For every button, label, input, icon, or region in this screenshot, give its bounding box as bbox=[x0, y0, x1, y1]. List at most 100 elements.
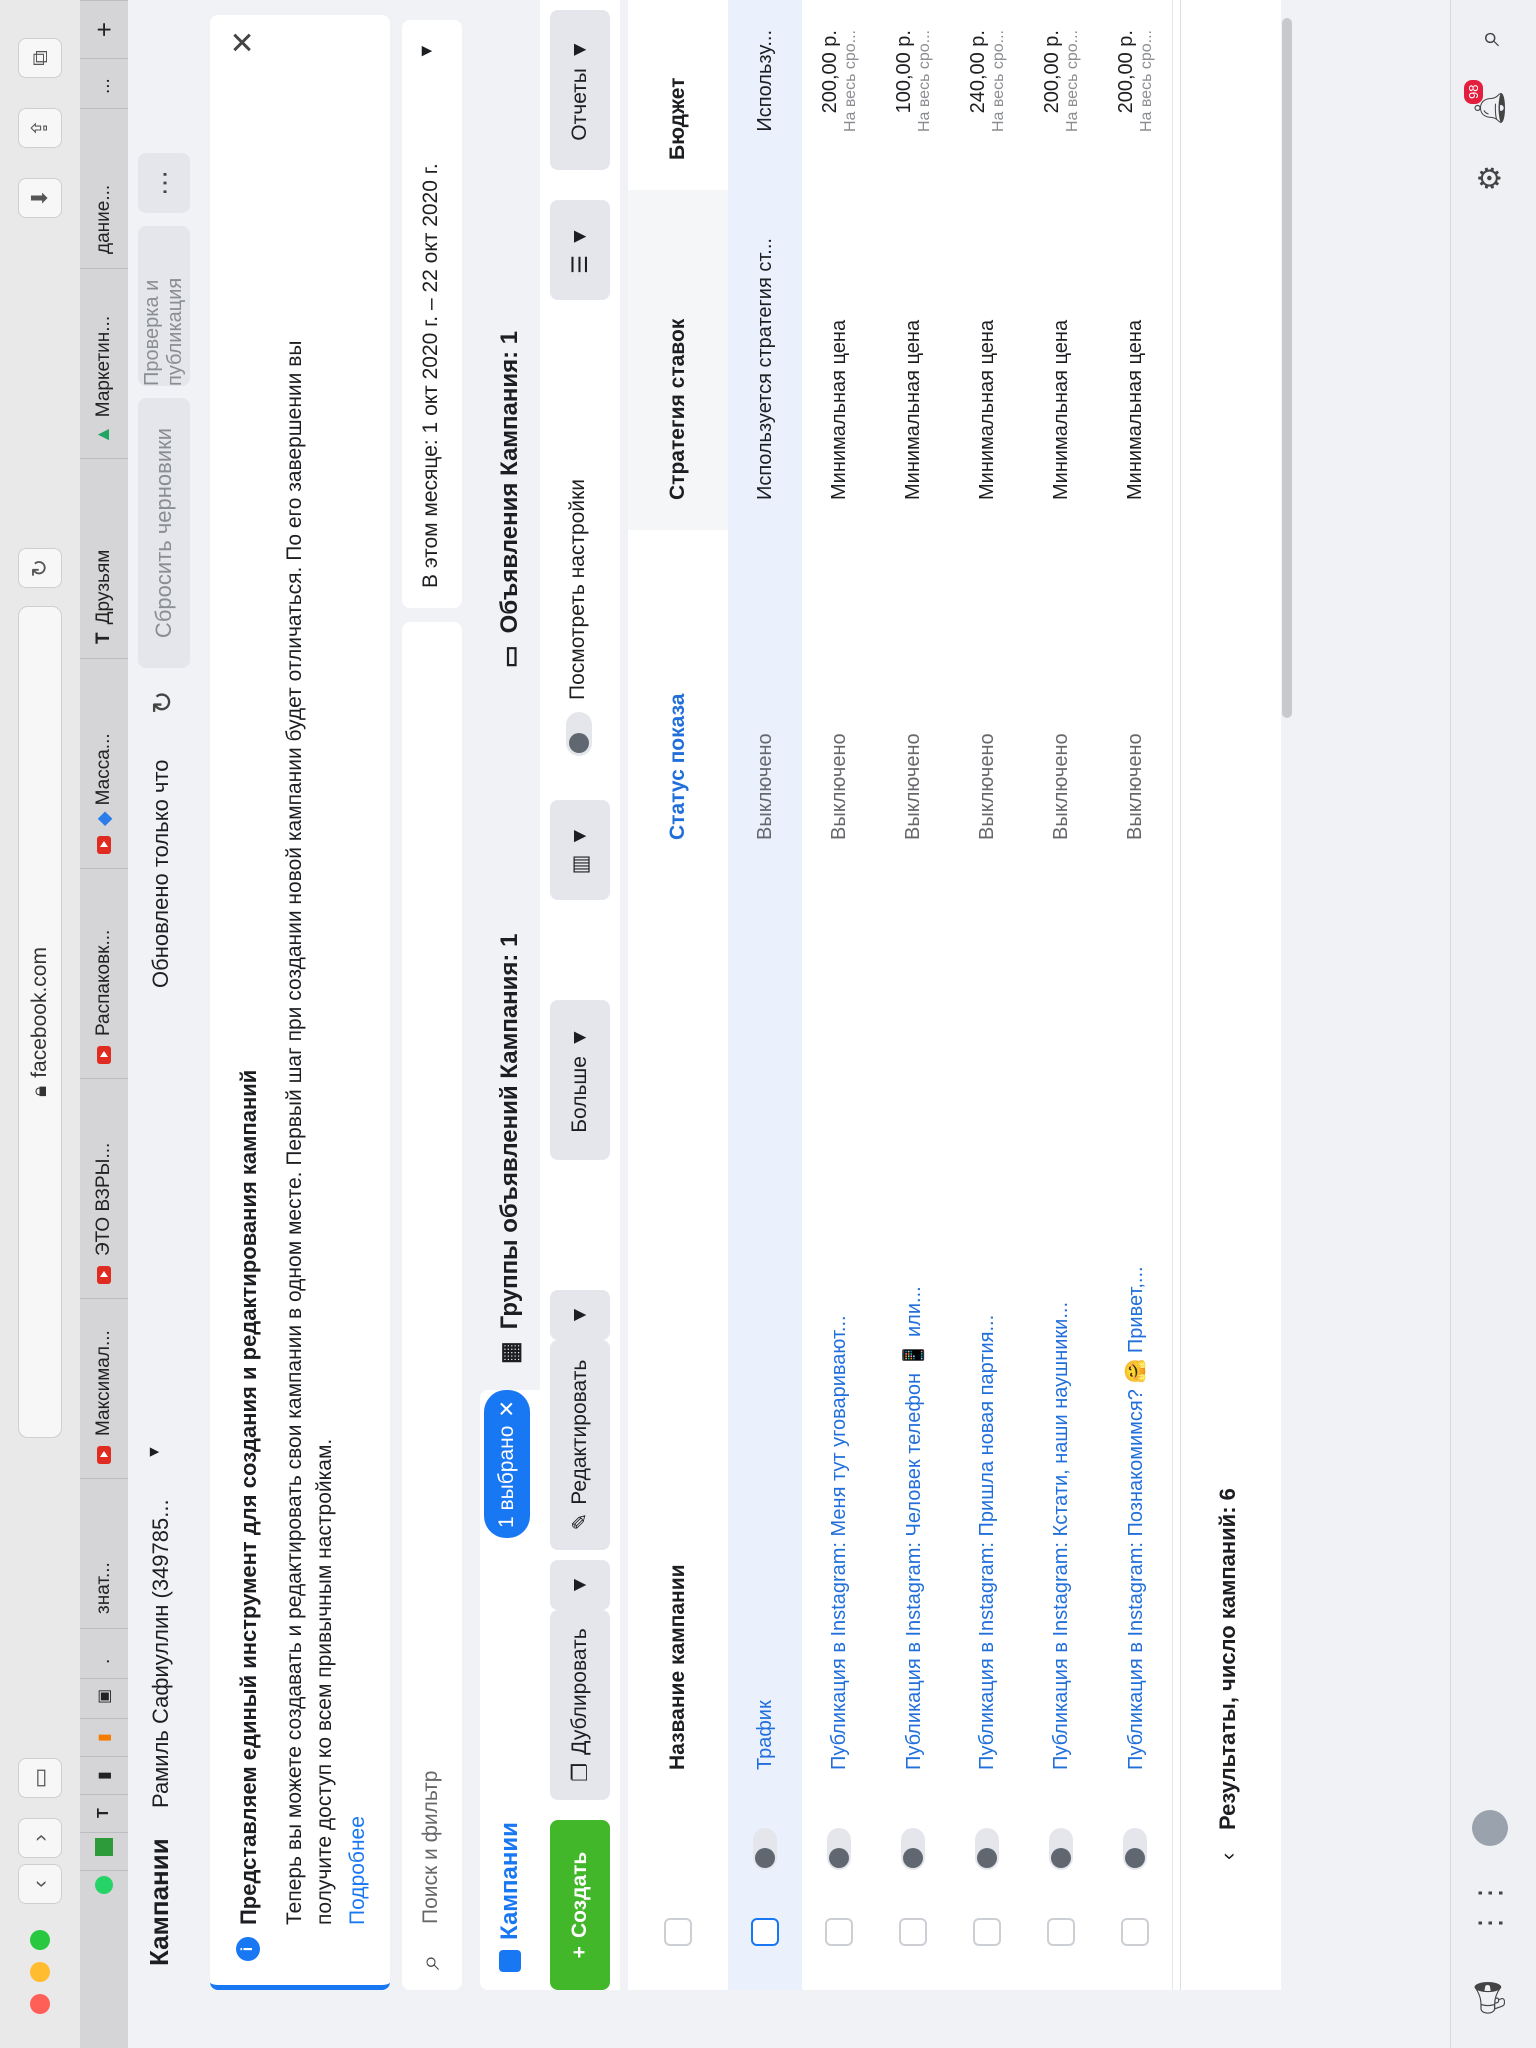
tab-favicon-t[interactable]: T bbox=[80, 1794, 128, 1832]
table-row[interactable]: Публикация в Instagram: Кстати, наши нау… bbox=[1024, 0, 1099, 1990]
forward-icon[interactable]: › bbox=[18, 1818, 62, 1858]
campaign-name[interactable]: Публикация в Instagram: Кстати, наши нау… bbox=[1024, 880, 1098, 1770]
duplicate-dropdown[interactable]: ▼ bbox=[550, 1560, 610, 1610]
tabs-overview-icon[interactable]: ⧉ bbox=[18, 38, 62, 78]
header-status[interactable]: Статус показа bbox=[628, 530, 729, 870]
tab-5[interactable]: ◆ Масса... bbox=[80, 658, 128, 868]
chevron-down-icon[interactable]: ▼ bbox=[146, 1444, 164, 1460]
back-icon[interactable]: ‹ bbox=[18, 1864, 62, 1904]
tab-ads[interactable]: ▭ Объявления Кампания: 1 bbox=[480, 192, 540, 692]
table-row[interactable]: Публикация в Instagram: Меня тут уговари… bbox=[802, 0, 877, 1990]
row-checkbox[interactable] bbox=[751, 1918, 779, 1946]
row-checkbox[interactable] bbox=[825, 1918, 853, 1946]
address-bar[interactable]: 🔒︎ facebook.com bbox=[18, 606, 62, 1438]
notifications-icon[interactable]: 🔔︎ 98 bbox=[1460, 78, 1520, 138]
breakdown-button[interactable]: ☰ ▼ bbox=[550, 200, 610, 300]
campaign-name[interactable]: Трафик bbox=[728, 880, 802, 1770]
tab-3[interactable]: ЭТО ВЗРЫ... bbox=[80, 1078, 128, 1298]
delivery-toggle[interactable] bbox=[975, 1828, 999, 1870]
tab-favicon-orange[interactable]: ▮ bbox=[80, 1718, 128, 1756]
header-budget[interactable]: Бюджет bbox=[628, 30, 729, 190]
row-toggle-cell[interactable] bbox=[728, 1810, 802, 1870]
table-row[interactable]: Публикация в Instagram: Пришла новая пар… bbox=[950, 0, 1025, 1990]
view-settings-toggle[interactable] bbox=[566, 712, 592, 756]
row-checkbox-cell[interactable] bbox=[802, 1906, 876, 1946]
tab-6[interactable]: T Друзьям bbox=[80, 458, 128, 658]
row-checkbox-cell[interactable] bbox=[728, 1906, 802, 1946]
apps-grid-icon[interactable]: ⋮⋮ bbox=[1460, 1878, 1520, 1938]
header-name[interactable]: Название кампании bbox=[628, 870, 729, 1860]
more-options-button[interactable]: ⋯ bbox=[138, 153, 190, 213]
row-checkbox[interactable] bbox=[1047, 1918, 1075, 1946]
horizontal-scrollbar[interactable] bbox=[1282, 18, 1292, 718]
close-icon[interactable]: ✕ bbox=[226, 30, 261, 55]
close-window-icon[interactable] bbox=[30, 1994, 50, 2014]
more-button[interactable]: Больше ▼ bbox=[550, 1000, 610, 1160]
tab-4[interactable]: Распаковк... bbox=[80, 868, 128, 1078]
row-checkbox[interactable] bbox=[899, 1918, 927, 1946]
table-row[interactable]: Публикация в Instagram: Человек телефон … bbox=[876, 0, 951, 1990]
create-button[interactable]: + Создать bbox=[550, 1820, 610, 1990]
row-checkbox-cell[interactable] bbox=[950, 1906, 1024, 1946]
delivery-toggle[interactable] bbox=[753, 1828, 777, 1870]
search-filter-bar[interactable]: ⌕ Поиск и фильтр bbox=[402, 622, 462, 1990]
header-select-all[interactable] bbox=[628, 1860, 729, 1990]
download-icon[interactable]: ⬇ bbox=[18, 178, 62, 218]
reset-drafts-button[interactable]: Сбросить черновики bbox=[138, 398, 190, 668]
delivery-toggle[interactable] bbox=[1049, 1828, 1073, 1870]
tab-adsets[interactable]: ▦ Группы объявлений Кампания: 1 bbox=[480, 928, 540, 1388]
refresh-icon[interactable]: ↻ bbox=[146, 691, 179, 714]
row-toggle-cell[interactable] bbox=[802, 1810, 876, 1870]
megaphone-icon[interactable]: 📢︎ bbox=[1460, 1968, 1520, 2028]
selected-chip[interactable]: 1 выбрано ✕ bbox=[484, 1390, 530, 1538]
tab-favicon-green[interactable] bbox=[80, 1832, 128, 1870]
row-toggle-cell[interactable] bbox=[876, 1810, 950, 1870]
campaign-name[interactable]: Публикация в Instagram: Пришла новая пар… bbox=[950, 880, 1024, 1770]
avatar[interactable] bbox=[1460, 1798, 1520, 1858]
header-bid-strategy[interactable]: Стратегия ставок bbox=[628, 190, 729, 530]
row-toggle-cell[interactable] bbox=[1024, 1810, 1098, 1870]
columns-button[interactable]: ▥ ▼ bbox=[550, 800, 610, 900]
reload-icon[interactable]: ↻ bbox=[18, 548, 62, 588]
tab-favicon-whatsapp[interactable] bbox=[80, 1870, 128, 1908]
tab-7[interactable]: ▲ Маркетин... bbox=[80, 268, 128, 458]
row-checkbox-cell[interactable] bbox=[1024, 1906, 1098, 1946]
chevron-up-icon[interactable]: ‹ bbox=[1215, 1853, 1241, 1860]
gear-icon[interactable]: ⚙ bbox=[1460, 148, 1520, 208]
tab-0[interactable]: знат... bbox=[80, 1478, 128, 1628]
review-publish-button[interactable]: Проверка и публикация bbox=[138, 226, 190, 386]
table-row[interactable]: Публикация в Instagram: Познакомимся? 🤗 … bbox=[1098, 0, 1173, 1990]
select-all-checkbox[interactable] bbox=[664, 1918, 692, 1946]
maximize-window-icon[interactable] bbox=[30, 1930, 50, 1950]
minimize-window-icon[interactable] bbox=[30, 1962, 50, 1982]
row-checkbox-cell[interactable] bbox=[876, 1906, 950, 1946]
delivery-toggle[interactable] bbox=[901, 1828, 925, 1870]
edit-dropdown[interactable]: ▼ bbox=[550, 1290, 610, 1340]
tab-favicon-bars[interactable]: ▮ bbox=[80, 1756, 128, 1794]
search-icon[interactable]: ⌕ bbox=[1460, 8, 1520, 68]
date-range-picker[interactable]: В этом месяце: 1 окт 2020 г. – 22 окт 20… bbox=[402, 20, 462, 608]
edit-button[interactable]: ✎ Редактировать bbox=[550, 1340, 610, 1550]
delivery-toggle[interactable] bbox=[1123, 1828, 1147, 1870]
tab-dot[interactable]: . bbox=[80, 1628, 128, 1678]
close-icon[interactable]: ✕ bbox=[495, 1400, 520, 1418]
duplicate-button[interactable]: ❐ Дублировать bbox=[550, 1610, 610, 1800]
campaign-name[interactable]: Публикация в Instagram: Человек телефон … bbox=[876, 880, 950, 1770]
reports-button[interactable]: Отчеты ▼ bbox=[550, 10, 610, 170]
tab-2[interactable]: Максимал... bbox=[80, 1298, 128, 1478]
delivery-toggle[interactable] bbox=[827, 1828, 851, 1870]
table-row[interactable]: Трафик Выключено Используется стратегия … bbox=[728, 0, 803, 1990]
row-checkbox-cell[interactable] bbox=[1098, 1906, 1172, 1946]
tab-favicon-box[interactable]: ▣ bbox=[80, 1678, 128, 1718]
row-toggle-cell[interactable] bbox=[950, 1810, 1024, 1870]
sidebar-icon[interactable]: ▭ bbox=[18, 1758, 62, 1798]
tab-8[interactable]: дание... bbox=[80, 108, 128, 268]
new-tab-icon[interactable]: + bbox=[80, 0, 128, 58]
tab-9[interactable]: ... bbox=[80, 58, 128, 108]
row-checkbox[interactable] bbox=[973, 1918, 1001, 1946]
campaign-name[interactable]: Публикация в Instagram: Меня тут уговари… bbox=[802, 880, 876, 1770]
share-icon[interactable]: ⇪ bbox=[18, 108, 62, 148]
learn-more-link[interactable]: Подробнее bbox=[346, 1816, 370, 1925]
search-input[interactable]: Поиск и фильтр bbox=[419, 1771, 443, 1924]
campaign-name[interactable]: Публикация в Instagram: Познакомимся? 🤗 … bbox=[1098, 880, 1172, 1770]
